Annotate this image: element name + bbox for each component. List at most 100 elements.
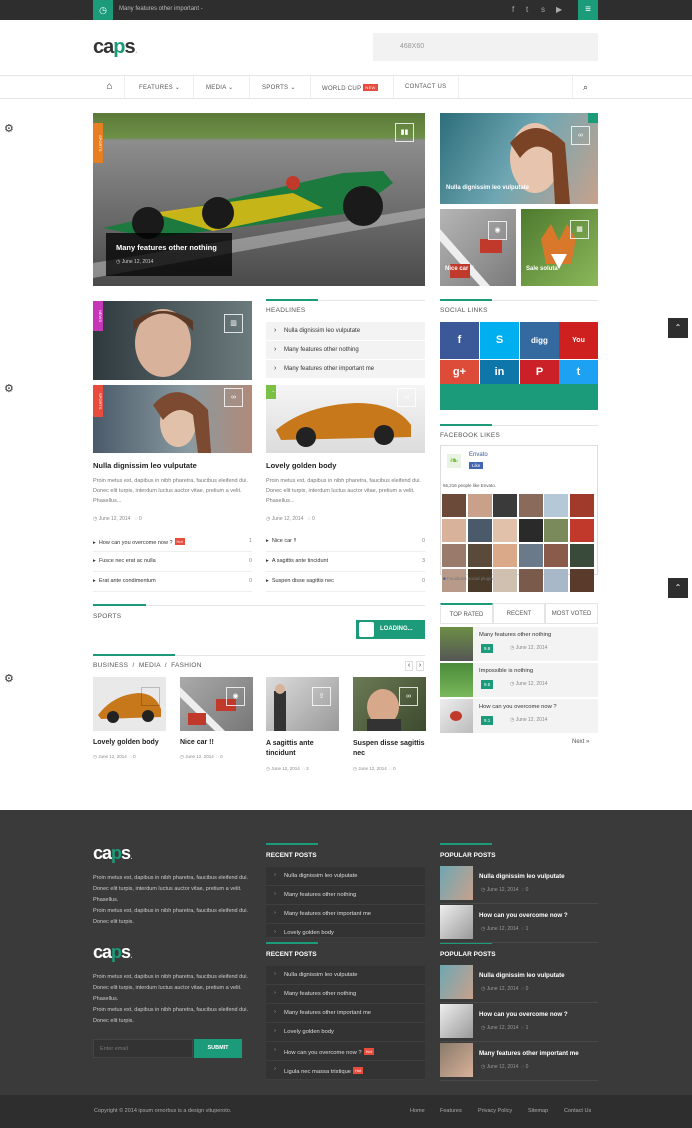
footer-recent-item[interactable]: Lovely golden body	[266, 924, 425, 938]
video-icon[interactable]: ▮▮	[395, 123, 414, 142]
rated-item[interactable]: Impossible is nothing 9.5 ◷ June 12, 201…	[440, 663, 598, 697]
list-item[interactable]: ▸ How can you overcome now ? Hot 1	[93, 532, 252, 552]
tab-media[interactable]: MEDIA	[139, 662, 161, 669]
twitter-icon[interactable]: t	[559, 360, 598, 384]
link-icon[interactable]	[141, 687, 160, 706]
link-icon[interactable]: ∞	[224, 388, 243, 407]
footer-recent-item[interactable]: Nulla dignissim leo vulputate	[266, 867, 425, 886]
nav-contact[interactable]: CONTACT US	[405, 84, 446, 90]
digg-icon[interactable]: digg	[520, 322, 559, 359]
tab-top-rated[interactable]: TOP RATED	[440, 603, 493, 624]
footer-logo[interactable]: caps.	[93, 843, 133, 864]
rated-item[interactable]: How can you overcome now ? 9.1 ◷ June 12…	[440, 699, 598, 733]
nav-world-cup[interactable]: WORLD CUP NEW	[322, 84, 378, 92]
link-icon[interactable]: ∞	[399, 687, 418, 706]
fb-face-avatar[interactable]	[467, 494, 492, 517]
news-image-girl[interactable]: NEWS ▥	[93, 301, 252, 380]
next-arrow-icon[interactable]: ›	[416, 661, 424, 671]
fb-face-avatar[interactable]	[569, 544, 594, 567]
popular-item[interactable]: How can you overcome now ? ◷ June 12, 20…	[440, 1004, 598, 1042]
popular-item[interactable]: Nulla dignissim leo vulputate ◷ June 12,…	[440, 866, 598, 904]
list-item[interactable]: ▸ Nice car !! 0	[266, 532, 425, 552]
settings-gear-icon[interactable]: ⚙	[4, 673, 16, 685]
facebook-icon[interactable]: f	[512, 5, 514, 14]
next-page-link[interactable]: Next »	[572, 739, 589, 745]
list-item[interactable]: ▸ Fusce nec erat ac nulla 0	[93, 552, 252, 572]
fb-face-avatar[interactable]	[442, 544, 466, 567]
fb-face-avatar[interactable]	[493, 519, 517, 542]
scroll-top-button[interactable]: ⌃	[668, 318, 688, 338]
fb-face-avatar[interactable]	[569, 519, 594, 542]
tab-most-voted[interactable]: MOST VOTED	[545, 603, 598, 624]
popular-item[interactable]: How can you overcome now ? ◷ June 12, 20…	[440, 905, 598, 943]
email-input[interactable]: Enter email	[93, 1039, 193, 1058]
youtube-icon[interactable]: You	[559, 322, 598, 359]
footer-recent-item[interactable]: Many features other important me	[266, 905, 425, 924]
fb-face-avatar[interactable]	[467, 544, 492, 567]
site-logo[interactable]: caps.	[93, 36, 138, 59]
search-icon[interactable]: ⌕	[572, 76, 598, 98]
tab-fashion[interactable]: FASHION	[171, 662, 202, 669]
footer-recent-item[interactable]: Ligula nec massa tristiqueHot	[266, 1061, 425, 1080]
fb-face-avatar[interactable]	[442, 494, 466, 517]
menu-icon[interactable]: ≡	[578, 0, 598, 20]
image-caption[interactable]: Nulla dignissim leo vulputate	[446, 185, 529, 191]
headline-item[interactable]: Nulla dignissim leo vulputate	[266, 322, 425, 341]
footer-link-home[interactable]: Home	[410, 1108, 425, 1114]
nav-sports[interactable]: SPORTS ⌄	[262, 84, 296, 91]
fb-face-avatar[interactable]	[442, 519, 466, 542]
post-title[interactable]: Nulla dignissim leo vulputate	[93, 461, 197, 470]
image-caption[interactable]: Sale soluta	[526, 266, 558, 272]
card-title[interactable]: Lovely golden body	[93, 739, 166, 746]
feature-image-cars[interactable]: ◉ Nice car !!	[440, 209, 516, 286]
twitter-icon[interactable]: t	[526, 5, 528, 14]
card-image[interactable]: ⇪	[266, 677, 339, 731]
fb-page-name[interactable]: Envato	[469, 452, 488, 458]
fb-face-avatar[interactable]	[544, 494, 568, 517]
fb-face-avatar[interactable]	[544, 544, 568, 567]
nav-media[interactable]: MEDIA ⌄	[206, 84, 233, 91]
list-item[interactable]: ▸ Erat ante condimentum 0	[93, 572, 252, 592]
ad-banner[interactable]: 468X60	[373, 33, 598, 61]
nav-features[interactable]: FEATURES ⌄	[139, 84, 180, 91]
gallery-icon[interactable]: ▦	[570, 220, 589, 239]
google-plus-icon[interactable]: g+	[440, 360, 479, 384]
pinterest-icon[interactable]: P	[520, 360, 559, 384]
fb-face-avatar[interactable]	[569, 569, 594, 592]
footer-recent-item[interactable]: Many features other important me	[266, 1004, 425, 1023]
settings-gear-icon[interactable]: ⚙	[4, 123, 16, 135]
footer-link-contact[interactable]: Contact Us	[564, 1108, 591, 1114]
skype-icon[interactable]: s	[541, 5, 545, 14]
fb-face-avatar[interactable]	[467, 519, 492, 542]
chart-icon[interactable]: ▥	[224, 314, 243, 333]
footer-link-privacy[interactable]: Privacy Policy	[478, 1108, 512, 1114]
link-icon[interactable]: ∞	[571, 126, 590, 145]
feature-image-woman[interactable]: ∞ Nulla dignissim leo vulputate	[440, 113, 598, 204]
popular-item[interactable]: Many features other important me ◷ June …	[440, 1043, 598, 1081]
card-image[interactable]: ∞	[353, 677, 426, 731]
link-icon[interactable]: ∞	[397, 388, 416, 407]
card-title[interactable]: Suspen disse sagittis nec	[353, 739, 426, 759]
facebook-icon[interactable]: f	[440, 322, 479, 359]
footer-recent-item[interactable]: Lovely golden body	[266, 1023, 425, 1042]
headline-item[interactable]: Many features other nothing	[266, 341, 425, 360]
camera-icon[interactable]: ◉	[488, 221, 507, 240]
popular-item[interactable]: Nulla dignissim leo vulputate ◷ June 12,…	[440, 965, 598, 1003]
footer-recent-item[interactable]: Nulla dignissim leo vulputate	[266, 966, 425, 985]
fb-face-avatar[interactable]	[493, 569, 517, 592]
skype-icon[interactable]: S	[480, 322, 519, 359]
youtube-icon[interactable]: ▶	[556, 5, 562, 14]
settings-gear-icon[interactable]: ⚙	[4, 383, 16, 395]
share-icon[interactable]: ⇪	[312, 687, 331, 706]
list-item[interactable]: ▸ A sagittis ante tincidunt 3	[266, 552, 425, 572]
fb-face-avatar[interactable]	[518, 544, 543, 567]
footer-logo[interactable]: caps.	[93, 942, 133, 963]
fb-face-avatar[interactable]	[493, 494, 517, 517]
hero-feature-image[interactable]: SPORTS ▮▮ Many features other nothing ◷ …	[93, 113, 425, 286]
fb-face-avatar[interactable]	[544, 569, 568, 592]
news-ticker[interactable]: Many features other important -	[119, 6, 203, 12]
rated-item[interactable]: Many features other nothing 9.8 ◷ June 1…	[440, 627, 598, 661]
hero-title[interactable]: Many features other nothing	[116, 243, 217, 252]
prev-arrow-icon[interactable]: ‹	[405, 661, 413, 671]
card-title[interactable]: Nice car !!	[180, 739, 253, 746]
